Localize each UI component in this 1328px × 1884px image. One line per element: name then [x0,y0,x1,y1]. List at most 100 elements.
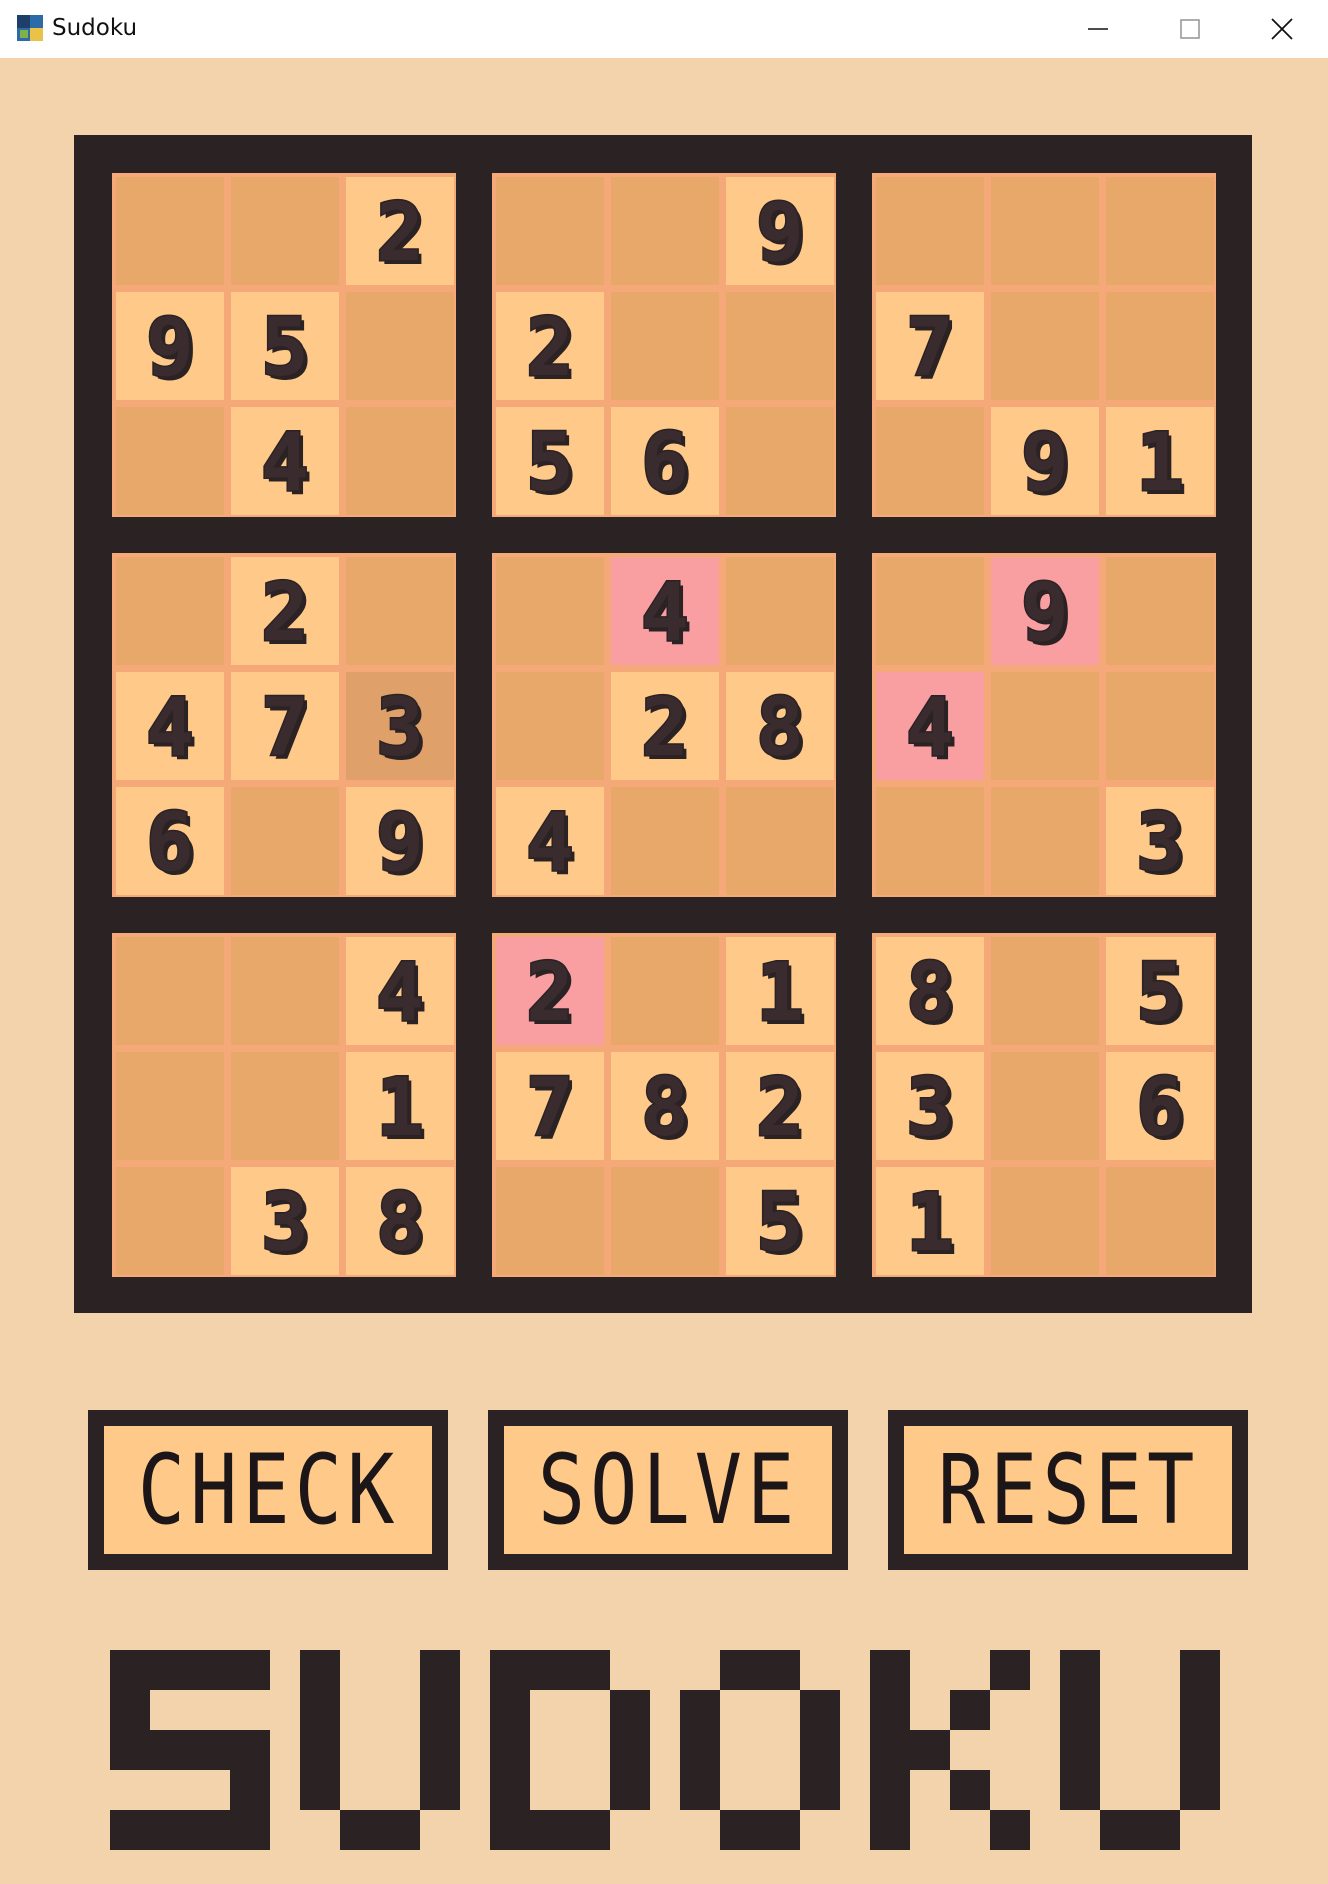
sudoku-cell[interactable]: 8 [346,1167,454,1275]
sudoku-cell[interactable] [611,177,719,285]
sudoku-cell[interactable] [1106,672,1214,780]
sudoku-cell[interactable]: 5 [1106,937,1214,1045]
sudoku-cell[interactable] [991,1052,1099,1160]
sudoku-cell[interactable]: 6 [611,407,719,515]
sudoku-cell[interactable] [611,1167,719,1275]
sudoku-cell[interactable] [231,1052,339,1160]
sudoku-cell[interactable] [1106,1167,1214,1275]
sudoku-cell[interactable]: 3 [231,1167,339,1275]
sudoku-cell[interactable]: 2 [496,937,604,1045]
maximize-button[interactable] [1144,0,1236,58]
sudoku-cell[interactable] [1106,177,1214,285]
sudoku-cell[interactable] [116,177,224,285]
sudoku-cell[interactable] [876,407,984,515]
sudoku-cell[interactable]: 2 [496,292,604,400]
sudoku-cell[interactable]: 1 [346,1052,454,1160]
sudoku-cell[interactable] [876,557,984,665]
sudoku-cell[interactable]: 9 [991,557,1099,665]
sudoku-cell[interactable]: 9 [346,787,454,895]
maximize-icon [1180,19,1200,39]
sudoku-cell[interactable] [346,557,454,665]
sudoku-cell[interactable] [611,787,719,895]
cell-digit: 2 [639,681,690,774]
sudoku-cell[interactable] [991,672,1099,780]
cell-digit: 5 [754,1176,805,1269]
sudoku-cell[interactable] [116,557,224,665]
sudoku-cell[interactable]: 3 [876,1052,984,1160]
sudoku-cell[interactable] [496,177,604,285]
sudoku-cell[interactable] [726,292,834,400]
sudoku-cell[interactable]: 2 [611,672,719,780]
cell-digit: 6 [144,796,195,889]
sudoku-cell[interactable] [1106,292,1214,400]
close-button[interactable] [1236,0,1328,58]
sudoku-cell[interactable]: 9 [726,177,834,285]
sudoku-cell[interactable] [876,177,984,285]
sudoku-cell[interactable]: 3 [346,672,454,780]
cell-digit: 4 [374,946,425,1039]
sudoku-cell[interactable]: 2 [346,177,454,285]
sudoku-cell[interactable]: 7 [496,1052,604,1160]
sudoku-cell[interactable] [611,937,719,1045]
sudoku-cell[interactable] [991,1167,1099,1275]
sudoku-cell[interactable]: 1 [1106,407,1214,515]
sudoku-cell[interactable] [346,292,454,400]
cell-digit: 2 [754,1061,805,1154]
sudoku-cell[interactable] [726,787,834,895]
sudoku-cell[interactable]: 8 [611,1052,719,1160]
sudoku-cell[interactable] [611,292,719,400]
cell-digit: 2 [374,186,425,279]
sudoku-cell[interactable]: 8 [876,937,984,1045]
check-button[interactable]: CHECK [88,1410,448,1570]
sudoku-cell[interactable] [116,1167,224,1275]
sudoku-cell[interactable]: 9 [116,292,224,400]
sudoku-cell[interactable]: 2 [231,557,339,665]
sudoku-cell[interactable] [991,937,1099,1045]
cell-digit: 4 [259,416,310,509]
sudoku-cell[interactable]: 3 [1106,787,1214,895]
sudoku-cell[interactable] [991,292,1099,400]
solve-button[interactable]: SOLVE [488,1410,848,1570]
sudoku-cell[interactable] [991,177,1099,285]
cell-digit: 1 [1134,416,1185,509]
sudoku-cell[interactable]: 4 [496,787,604,895]
sudoku-cell[interactable] [116,1052,224,1160]
sudoku-cell[interactable]: 4 [876,672,984,780]
sudoku-cell[interactable]: 7 [231,672,339,780]
sudoku-cell[interactable] [496,672,604,780]
sudoku-cell[interactable]: 4 [231,407,339,515]
sudoku-cell[interactable]: 4 [116,672,224,780]
reset-button-face: RESET [904,1426,1232,1554]
minimize-button[interactable] [1052,0,1144,58]
sudoku-cell[interactable]: 4 [346,937,454,1045]
sudoku-cell[interactable] [496,1167,604,1275]
sudoku-cell[interactable] [876,787,984,895]
sudoku-cell[interactable]: 5 [726,1167,834,1275]
reset-button[interactable]: RESET [888,1410,1248,1570]
sudoku-cell[interactable]: 8 [726,672,834,780]
sudoku-cell[interactable] [1106,557,1214,665]
sudoku-cell[interactable] [231,177,339,285]
sudoku-cell[interactable]: 1 [726,937,834,1045]
sudoku-cell[interactable]: 2 [726,1052,834,1160]
sudoku-box: 2 95 4 [112,173,456,517]
sudoku-cell[interactable] [231,787,339,895]
sudoku-cell[interactable] [726,407,834,515]
sudoku-cell[interactable]: 6 [116,787,224,895]
sudoku-cell[interactable] [231,937,339,1045]
sudoku-cell[interactable]: 9 [991,407,1099,515]
sudoku-cell[interactable] [116,937,224,1045]
sudoku-cell[interactable]: 5 [231,292,339,400]
sudoku-cell[interactable]: 6 [1106,1052,1214,1160]
sudoku-cell[interactable]: 7 [876,292,984,400]
sudoku-cell[interactable] [346,407,454,515]
sudoku-cell[interactable]: 4 [611,557,719,665]
sudoku-cell[interactable] [116,407,224,515]
sudoku-cell[interactable] [496,557,604,665]
cell-digit: 7 [259,681,310,774]
sudoku-cell[interactable] [726,557,834,665]
sudoku-cell[interactable]: 1 [876,1167,984,1275]
cell-digit: 2 [524,946,575,1039]
sudoku-cell[interactable]: 5 [496,407,604,515]
sudoku-cell[interactable] [991,787,1099,895]
